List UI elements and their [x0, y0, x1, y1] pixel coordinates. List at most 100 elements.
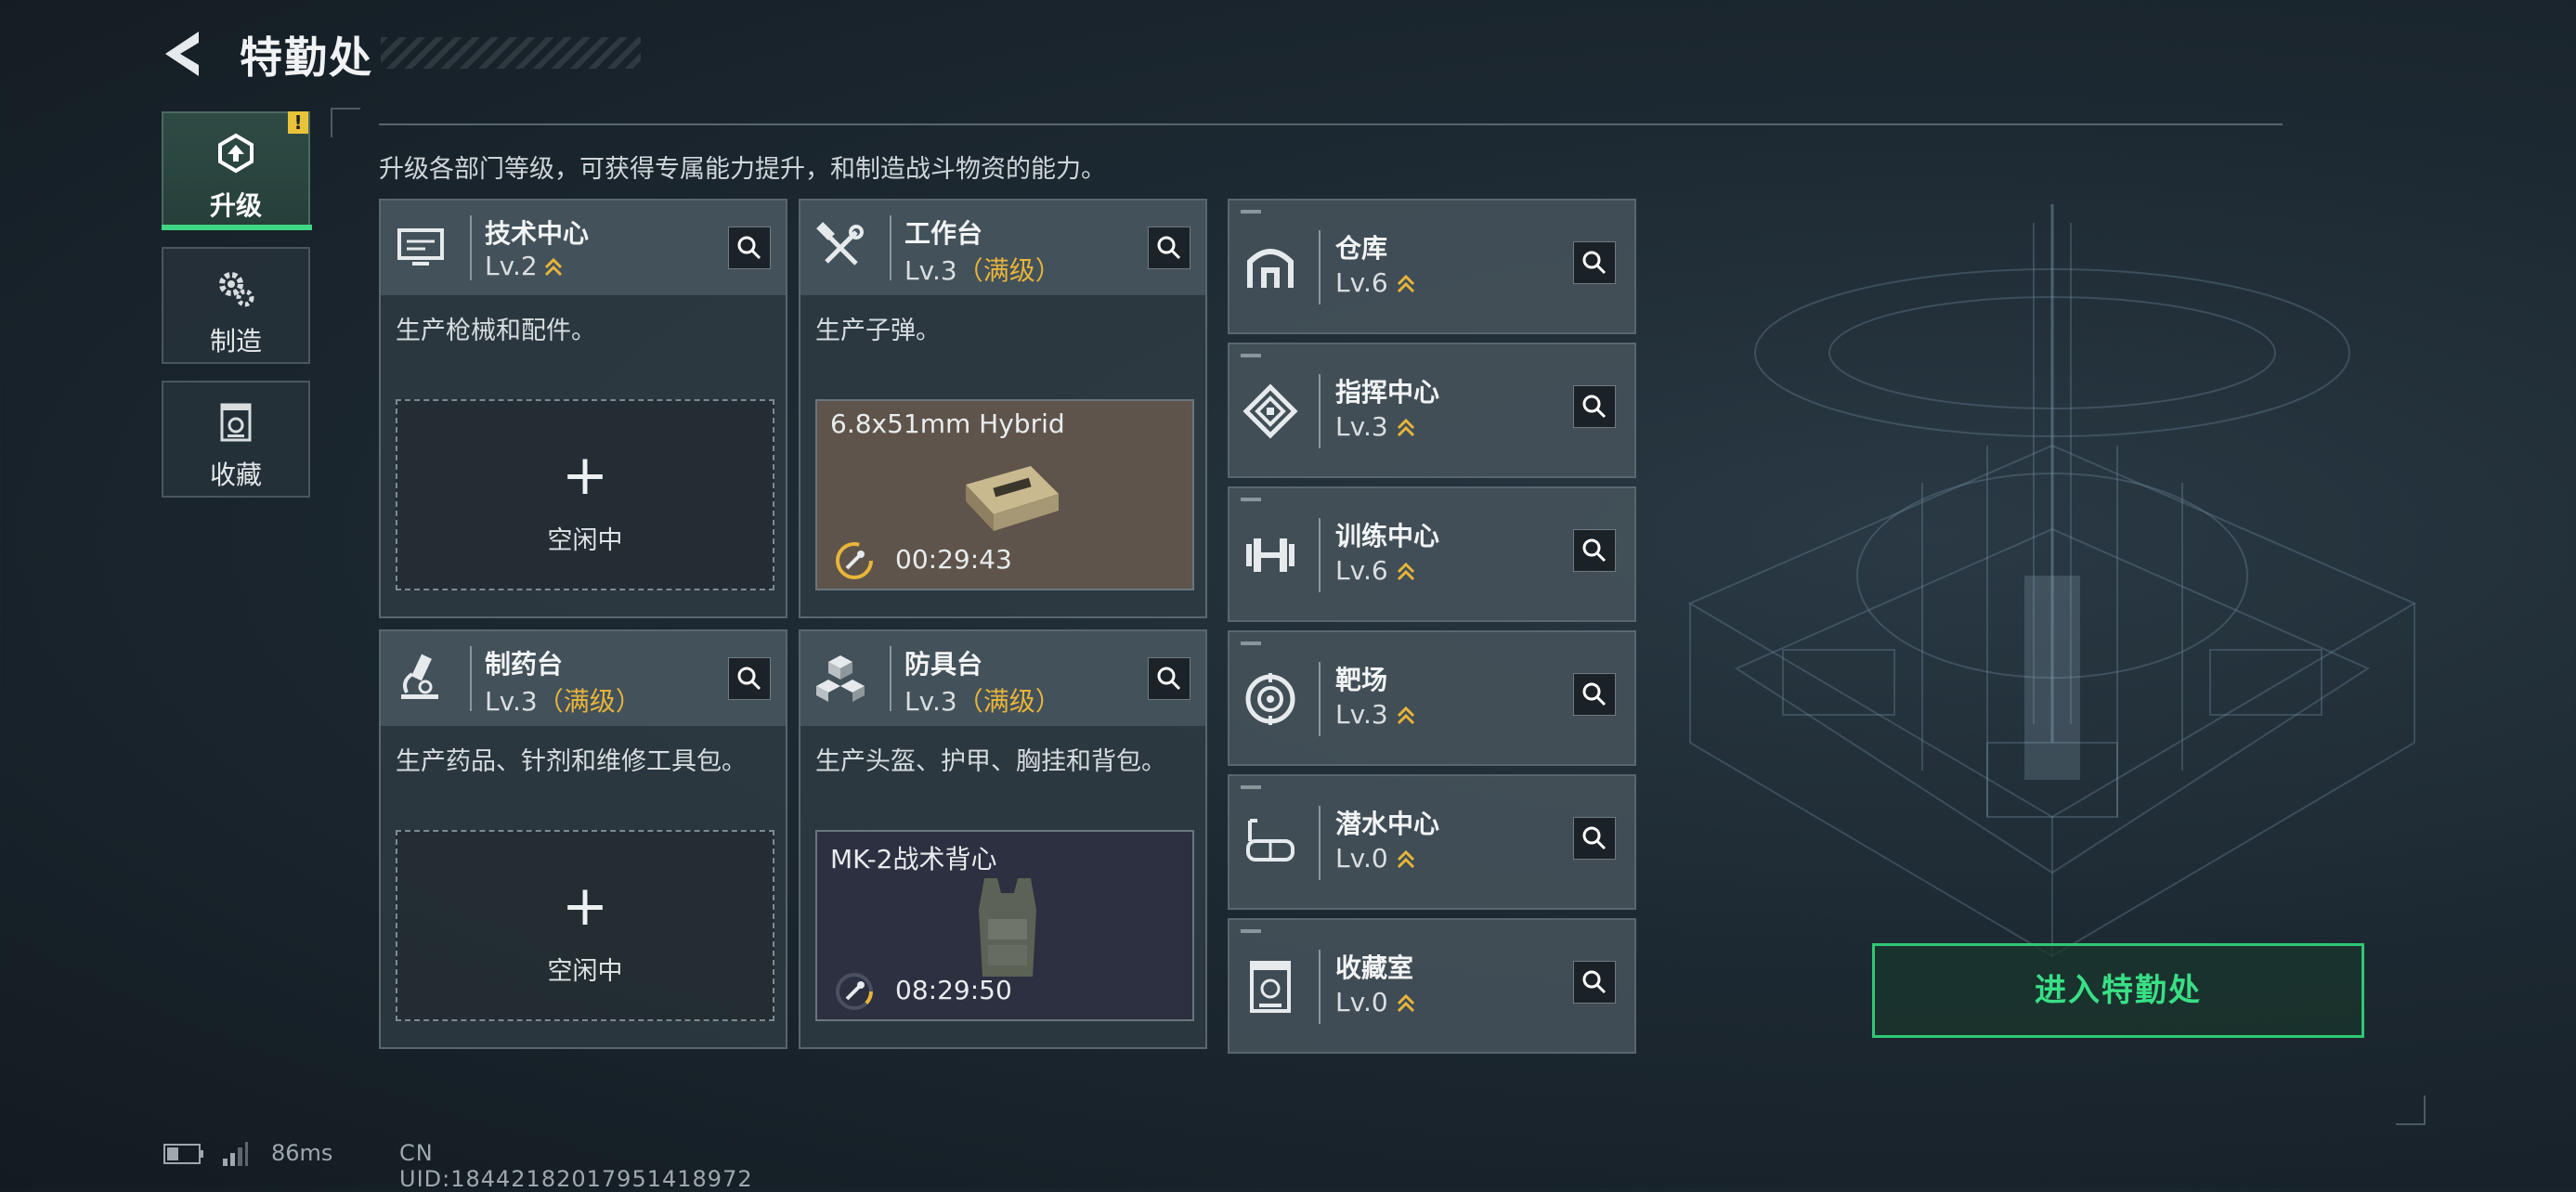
level-chevron-icon — [1397, 706, 1414, 725]
facility-name: 潜水中心 — [1335, 809, 1440, 839]
card-header: 防具台 Lv.3（满级） — [800, 631, 1205, 726]
search-icon[interactable] — [1148, 227, 1190, 269]
card-armor-bench[interactable]: 防具台 Lv.3（满级） 生产头盔、护甲、胸挂和背包。 MK-2战术背心 08:… — [799, 629, 1207, 1049]
card-name: 工作台 — [904, 218, 983, 249]
top-divider — [379, 123, 2283, 125]
separator — [1319, 806, 1321, 880]
production-timer: 00:29:43 — [895, 544, 1012, 575]
search-icon[interactable] — [1573, 673, 1616, 716]
facility-name: 指挥中心 — [1335, 377, 1440, 408]
production-timer: 08:29:50 — [895, 975, 1012, 1005]
facility-command-center[interactable]: 指挥中心 Lv.3 — [1228, 343, 1636, 478]
ammo-box-image — [966, 466, 1059, 531]
idle-slot[interactable]: + 空闲中 — [396, 830, 774, 1021]
active-tab-indicator — [162, 225, 312, 230]
card-tab — [1241, 785, 1261, 789]
card-tab — [1241, 498, 1261, 501]
idle-slot[interactable]: + 空闲中 — [396, 399, 774, 590]
facility-level: Lv.6 — [1335, 267, 1416, 298]
target-icon — [1245, 673, 1295, 725]
dumbbell-icon — [1246, 538, 1295, 572]
hammer-wrench-icon — [816, 222, 864, 266]
production-slot[interactable]: MK-2战术背心 08:29:50 — [815, 830, 1194, 1021]
level-chevron-icon — [1397, 274, 1414, 293]
facility-diving-center[interactable]: 潜水中心 Lv.0 — [1228, 774, 1636, 910]
card-description: 生产头盔、护甲、胸挂和背包。 — [815, 747, 1166, 776]
facility-name: 仓库 — [1335, 233, 1388, 264]
card-description: 生产药品、针剂和维修工具包。 — [396, 747, 747, 776]
search-icon[interactable] — [1573, 529, 1616, 572]
separator — [1319, 518, 1321, 592]
wrench-timer-icon — [836, 542, 873, 579]
nav-label: 制造 — [209, 326, 262, 356]
card-name: 防具台 — [904, 649, 983, 680]
card-tab — [1241, 929, 1261, 933]
card-tab — [1241, 641, 1261, 645]
add-icon: + — [561, 443, 609, 508]
card-pharmacy[interactable]: 制药台 Lv.3（满级） 生产药品、针剂和维修工具包。 + 空闲中 — [379, 629, 787, 1049]
search-icon[interactable] — [728, 227, 771, 269]
facility-hologram-image — [1687, 204, 2417, 958]
facility-level: Lv.0 — [1335, 843, 1416, 874]
search-icon[interactable] — [1573, 961, 1616, 1004]
card-name: 技术中心 — [485, 218, 590, 249]
card-workbench[interactable]: 工作台 Lv.3（满级） 生产子弹。 6.8x51mm Hybrid 00:29… — [799, 199, 1207, 618]
production-item-name: 6.8x51mm Hybrid — [830, 408, 1065, 439]
warehouse-icon — [1247, 249, 1294, 288]
production-item-name: MK-2战术背心 — [830, 844, 997, 875]
gear-manufacture-icon — [219, 272, 254, 307]
facility-warehouse[interactable]: 仓库 Lv.6 — [1228, 199, 1636, 334]
max-level-tag: （满级） — [956, 255, 1061, 286]
card-name: 制药台 — [485, 649, 564, 680]
facility-name: 靶场 — [1335, 665, 1388, 695]
facility-trophy-room[interactable]: 收藏室 Lv.0 — [1228, 918, 1636, 1054]
nav-tab-manufacture[interactable]: 制造 — [162, 247, 310, 364]
facility-level: Lv.0 — [1335, 987, 1416, 1017]
facility-training-center[interactable]: 训练中心 Lv.6 — [1228, 486, 1636, 622]
search-icon[interactable] — [1573, 817, 1616, 860]
card-level: Lv.3（满级） — [485, 686, 642, 717]
search-icon[interactable] — [1573, 241, 1616, 284]
search-icon[interactable] — [1573, 385, 1616, 428]
command-center-icon — [1242, 383, 1298, 439]
facility-shooting-range[interactable]: 靶场 Lv.3 — [1228, 630, 1636, 766]
ping-value: 86ms — [271, 1140, 333, 1166]
signal-icon — [223, 1142, 248, 1166]
separator — [890, 646, 891, 711]
title-stripe — [381, 37, 641, 69]
collection-icon — [220, 403, 252, 442]
separator — [470, 646, 472, 711]
wrench-timer-icon — [836, 973, 873, 1010]
separator — [1319, 950, 1321, 1024]
nav-label: 收藏 — [209, 460, 262, 490]
search-icon[interactable] — [728, 657, 771, 700]
max-level-tag: （满级） — [956, 686, 1061, 717]
trophy-case-icon — [1250, 961, 1291, 1013]
cubes-icon — [816, 655, 865, 702]
nav-tab-collection[interactable]: 收藏 — [162, 381, 310, 498]
card-level: Lv.3（满级） — [904, 686, 1061, 717]
facility-name: 训练中心 — [1335, 521, 1440, 551]
card-tech-center[interactable]: 技术中心 Lv.2 生产枪械和配件。 + 空闲中 — [379, 199, 787, 618]
card-description: 生产子弹。 — [815, 317, 941, 345]
enter-special-ops-button[interactable]: 进入特勤处 — [1872, 943, 2364, 1038]
facility-level: Lv.3 — [1335, 411, 1416, 442]
separator — [1319, 662, 1321, 736]
card-level: Lv.2 — [485, 251, 564, 281]
card-header: 制药台 Lv.3（满级） — [381, 631, 786, 726]
frame-corner — [331, 108, 360, 137]
back-arrow-icon[interactable] — [158, 26, 214, 82]
search-icon[interactable] — [1148, 657, 1190, 700]
monitor-icon — [397, 228, 444, 266]
card-tab — [1241, 210, 1261, 214]
separator — [890, 215, 891, 280]
page-description: 升级各部门等级，可获得专属能力提升，和制造战斗物资的能力。 — [379, 155, 1106, 184]
level-chevron-icon — [1397, 849, 1414, 869]
diving-mask-icon — [1246, 819, 1295, 862]
upgrade-icon — [218, 133, 254, 174]
card-header: 技术中心 Lv.2 — [381, 201, 786, 295]
production-slot[interactable]: 6.8x51mm Hybrid 00:29:43 — [815, 399, 1194, 590]
level-chevron-icon — [1397, 993, 1414, 1013]
frame-corner — [2396, 1095, 2426, 1125]
facility-level: Lv.3 — [1335, 699, 1416, 730]
